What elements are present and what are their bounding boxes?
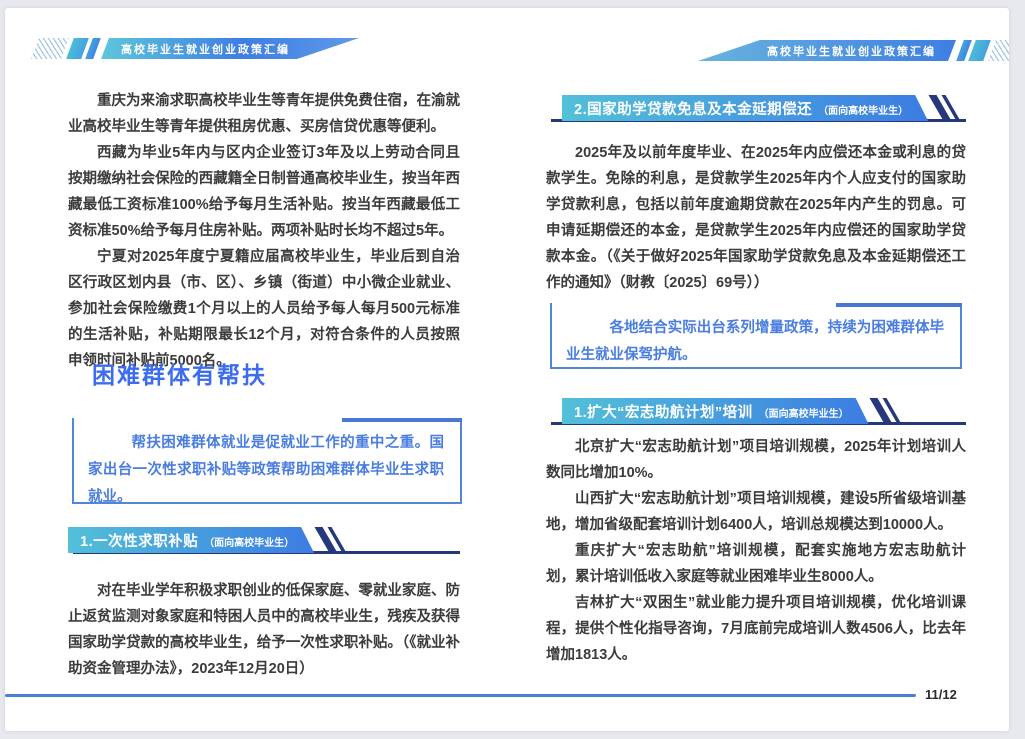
banner-band: 1.一次性求职补贴 （面向高校毕业生） (68, 527, 314, 553)
section-banner: 1.扩大“宏志助航计划”培训 （面向高校毕业生） (546, 398, 966, 424)
hatch-pattern-icon (31, 38, 69, 59)
header-ribbon-title: 高校毕业生就业创业政策汇编 (101, 38, 359, 59)
paragraph: 2025年及以前年度毕业、在2025年内应偿还本金或利息的贷款学生。免除的利息，… (546, 140, 966, 296)
section-title: 困难群体有帮扶 (92, 356, 267, 390)
left-banner-body: 对在毕业学年积极求职创业的低保家庭、零就业家庭、防止返贫监测对象家庭和特困人员中… (68, 578, 460, 682)
callout-text: 各地结合实际出台系列增量政策，持续为困难群体毕业生就业保驾护航。 (566, 315, 944, 369)
section-banner: 2.国家助学贷款免息及本金延期偿还 （面向高校毕业生） (546, 95, 966, 121)
banner-title: 2.国家助学贷款免息及本金延期偿还 (574, 98, 812, 119)
header-ribbon-right: 高校毕业生就业创业政策汇编 (698, 40, 1009, 61)
banner-tag: （面向高校毕业生） (818, 102, 908, 117)
paragraph: 西藏为毕业5年内与区内企业签订3年及以上劳动合同且按期缴纳社会保险的西藏籍全日制… (68, 140, 460, 244)
slash-decoration-icon (877, 398, 894, 424)
slash-decoration-icon (322, 527, 339, 553)
right-banner1-body: 2025年及以前年度毕业、在2025年内应偿还本金或利息的贷款学生。免除的利息，… (546, 140, 966, 296)
callout-box: 帮扶困难群体就业是促就业工作的重中之重。国家出台一次性求职补贴等政策帮助困难群体… (72, 418, 462, 504)
ribbon-bar-icon (968, 40, 991, 61)
paragraph: 重庆扩大“宏志助航”培训规模，配套实施地方宏志助航计划，累计培训低收入家庭等就业… (546, 538, 966, 590)
section-banner: 1.一次性求职补贴 （面向高校毕业生） (68, 527, 460, 553)
paragraph: 宁夏对2025年度宁夏籍应届高校毕业生，毕业后到自治区行政区划内县（市、区）、乡… (68, 244, 460, 374)
page-number: 11/12 (925, 687, 957, 702)
banner-band: 2.国家助学贷款免息及本金延期偿还 （面向高校毕业生） (562, 95, 928, 121)
hatch-pattern-icon (988, 40, 1009, 61)
callout-text: 帮扶困难群体就业是促就业工作的重中之重。国家出台一次性求职补贴等政策帮助困难群体… (88, 430, 444, 511)
footer-divider (5, 694, 916, 697)
banner-tag: （面向高校毕业生） (759, 405, 849, 420)
header-ribbon-title: 高校毕业生就业创业政策汇编 (698, 40, 956, 61)
header-ribbon-left: 高校毕业生就业创业政策汇编 (32, 38, 359, 59)
banner-tag: （面向高校毕业生） (204, 534, 294, 549)
banner-title: 1.一次性求职补贴 (80, 530, 198, 551)
paragraph: 吉林扩大“双困生”就业能力提升项目培训规模，优化培训课程，提供个性化指导咨询，7… (546, 590, 966, 668)
right-training-paragraphs: 北京扩大“宏志助航计划”项目培训规模，2025年计划培训人数同比增加10%。 山… (546, 434, 966, 668)
paragraph: 山西扩大“宏志助航计划”项目培训规模，建设5所省级培训基地，增加省级配套培训计划… (546, 486, 966, 538)
banner-title: 1.扩大“宏志助航计划”培训 (574, 401, 753, 422)
left-intro-paragraphs: 重庆为来渝求职高校毕业生等青年提供免费住宿，在渝就业高校毕业生等青年提供租房优惠… (68, 88, 460, 374)
banner-band: 1.扩大“宏志助航计划”培训 （面向高校毕业生） (562, 398, 869, 424)
paragraph: 对在毕业学年积极求职创业的低保家庭、零就业家庭、防止返贫监测对象家庭和特困人员中… (68, 578, 460, 682)
document-page: 高校毕业生就业创业政策汇编 高校毕业生就业创业政策汇编 重庆为来渝求职高校毕业生… (5, 8, 1009, 731)
paragraph: 北京扩大“宏志助航计划”项目培训规模，2025年计划培训人数同比增加10%。 (546, 434, 966, 486)
callout-box: 各地结合实际出台系列增量政策，持续为困难群体毕业生就业保驾护航。 (550, 303, 962, 369)
document-viewer: { "header": { "left_ribbon_text": "高校毕业生… (0, 0, 1025, 739)
paragraph: 重庆为来渝求职高校毕业生等青年提供免费住宿，在渝就业高校毕业生等青年提供租房优惠… (68, 88, 460, 140)
slash-decoration-icon (936, 95, 953, 121)
